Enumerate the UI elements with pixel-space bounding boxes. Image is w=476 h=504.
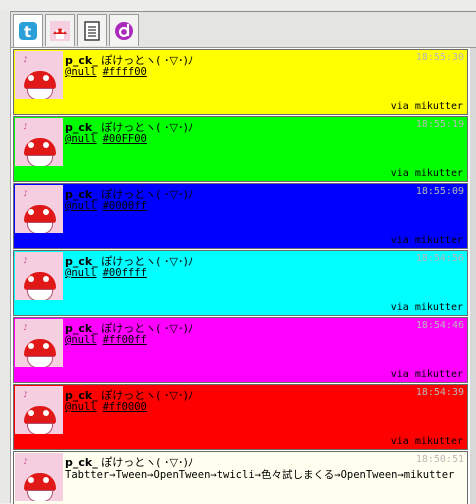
via-label: via mikutter (390, 168, 463, 179)
tweet-item[interactable]: ♪ p_ck_ ぽけっとヽ( ･▽･)ﾉ 18:55:30 @null #ffff00 v… (13, 49, 468, 115)
tweet-text: @null #ffff00 (65, 66, 153, 78)
timeline[interactable]: ♪ p_ck_ ぽけっとヽ( ･▽･)ﾉ 18:55:30 @null #ffff00 v… (11, 47, 476, 504)
tab-activity[interactable] (109, 14, 139, 46)
hashtag-link[interactable]: #ffff00 (103, 66, 147, 78)
tweet-time[interactable]: 18:50:51 (416, 454, 464, 465)
avatar[interactable]: ♪ (15, 185, 63, 233)
tweet-text: @null #00ffff (65, 267, 153, 279)
avatar-doodle: ♪ (22, 255, 29, 266)
tweet-time[interactable]: 18:54:56 (416, 253, 464, 264)
tab-twitter[interactable]: t (13, 14, 43, 48)
via-label: via mikutter (390, 101, 463, 112)
notepad-icon (84, 21, 100, 41)
mention-link[interactable]: @null (65, 267, 97, 279)
tab-mentions[interactable] (45, 14, 75, 46)
mention-link[interactable]: @null (65, 200, 97, 212)
avatar-doodle: ♪ (22, 54, 29, 65)
hashtag-link[interactable]: #ff0000 (103, 401, 147, 413)
tweet-time[interactable]: 18:55:09 (416, 186, 464, 197)
hashtag-link[interactable]: #00ffff (103, 267, 147, 279)
avatar-doodle: ♪ (22, 322, 29, 333)
avatar[interactable]: ♪ (15, 252, 63, 300)
hashtag-link[interactable]: #ff00ff (103, 334, 147, 346)
tab-bar: t (11, 12, 476, 48)
window-top-bar (0, 0, 476, 12)
avatar-doodle: ♪ (22, 188, 29, 199)
avatar[interactable]: ♪ (15, 386, 63, 434)
tweet-time[interactable]: 18:55:30 (416, 52, 464, 63)
tweet-item[interactable]: ♪ p_ck_ ぽけっとヽ( ･▽･)ﾉ 18:54:39 @null #ff0000 v… (13, 384, 468, 450)
tweet-text: @null #ff0000 (65, 401, 153, 413)
svg-text:t: t (24, 23, 31, 41)
tweet-time[interactable]: 18:54:46 (416, 320, 464, 331)
mention-link[interactable]: @null (65, 133, 97, 145)
tweet-text: @null #0000ff (65, 200, 153, 212)
avatar[interactable]: ♪ (15, 453, 63, 501)
tab-list[interactable] (77, 14, 107, 46)
tweet-item[interactable]: ♪ p_ck_ ぽけっとヽ( ･▽･)ﾉ 18:54:56 @null #00ffff v… (13, 250, 468, 316)
avatar-doodle: ♪ (22, 389, 29, 400)
scrollbar[interactable] (470, 48, 476, 504)
left-pane (0, 11, 11, 503)
tweet-item[interactable]: ♪ p_ck_ ぽけっとヽ( ･▽･)ﾉ 18:54:46 @null #ff00ff v… (13, 317, 468, 383)
mention-link[interactable]: @null (65, 401, 97, 413)
tweet-text: Tabtter→Tween→OpenTween→twicli→色々試しまくる→O… (65, 469, 455, 481)
via-label: via mikutter (390, 436, 463, 447)
tweet-item[interactable]: ♪ p_ck_ ぽけっとヽ( ･▽･)ﾉ 18:55:09 @null #0000ff v… (13, 183, 468, 249)
tweet-item[interactable]: ♪ p_ck_ ぽけっとヽ( ･▽･)ﾉ 18:55:19 @null #00FF00 v… (13, 116, 468, 182)
mention-link[interactable]: @null (65, 334, 97, 346)
d-icon (115, 22, 133, 40)
avatar-icon (50, 21, 70, 41)
tweet-text: @null #ff00ff (65, 334, 153, 346)
hashtag-link[interactable]: #0000ff (103, 200, 147, 212)
hashtag-link[interactable]: #00FF00 (103, 133, 147, 145)
avatar-doodle: ♪ (22, 121, 29, 132)
avatar-doodle: ♪ (22, 456, 29, 467)
via-label: via mikutter (390, 369, 463, 380)
via-label: via mikutter (390, 302, 463, 313)
avatar[interactable]: ♪ (15, 319, 63, 367)
tweet-item[interactable]: ♪ p_ck_ ぽけっとヽ( ･▽･)ﾉ 18:50:51 Tabtter→Tween… (13, 451, 468, 504)
avatar[interactable]: ♪ (15, 51, 63, 99)
avatar[interactable]: ♪ (15, 118, 63, 166)
tweet-text: @null #00FF00 (65, 133, 153, 145)
mention-link[interactable]: @null (65, 66, 97, 78)
via-label: via mikutter (390, 235, 463, 246)
tweet-time[interactable]: 18:55:19 (416, 119, 464, 130)
twitter-icon: t (19, 22, 37, 41)
tweet-time[interactable]: 18:54:39 (416, 387, 464, 398)
